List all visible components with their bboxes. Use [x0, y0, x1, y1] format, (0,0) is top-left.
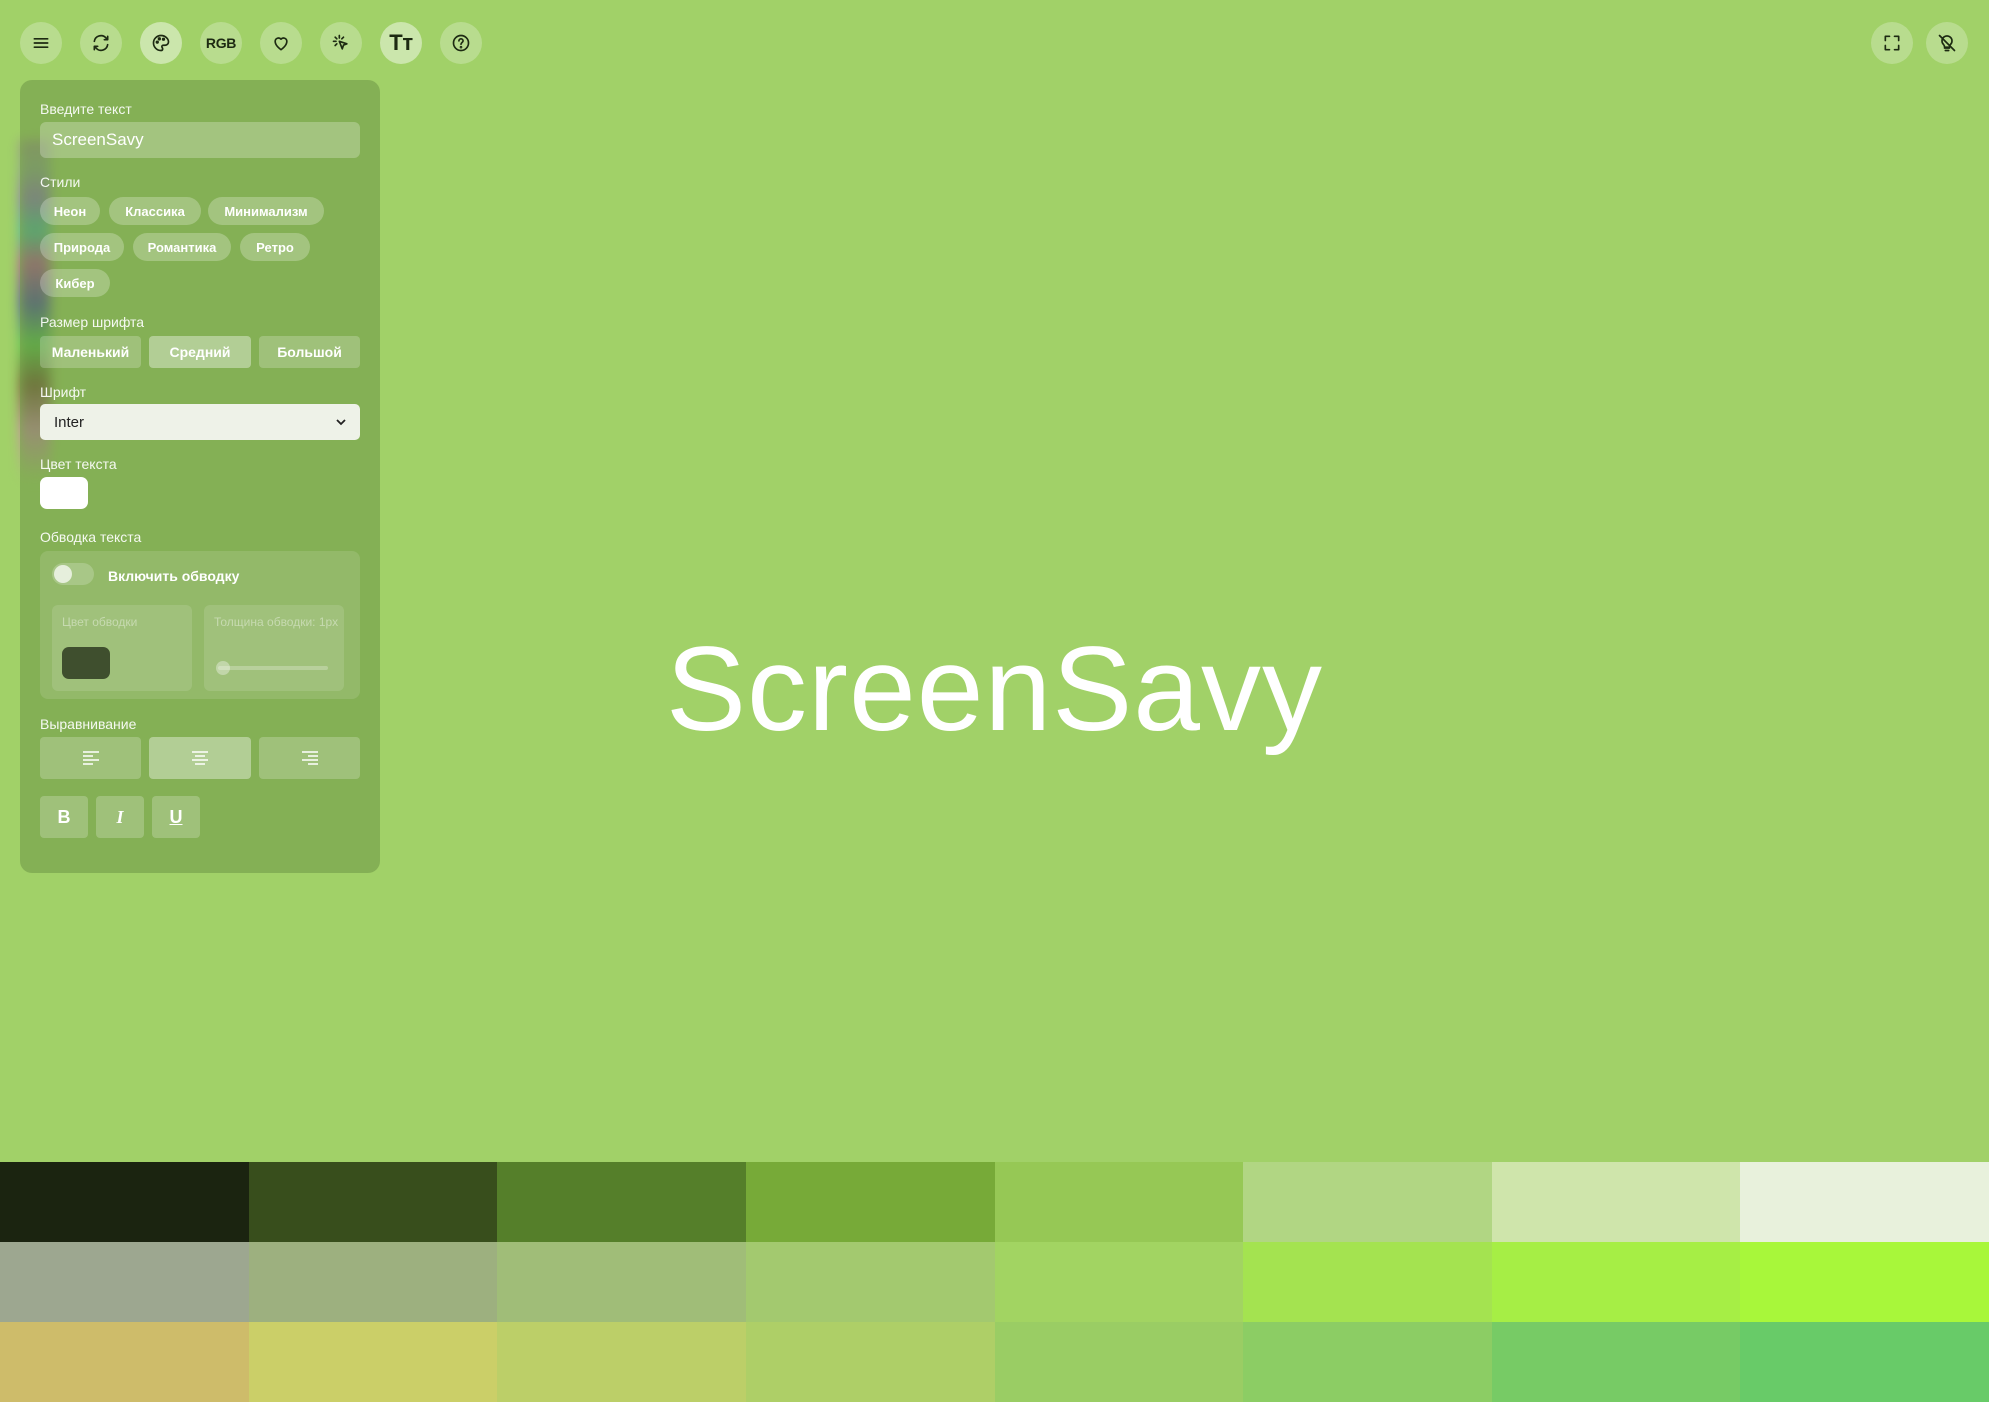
refresh-button[interactable] — [80, 22, 122, 64]
text-size-label: Tт — [389, 30, 413, 55]
font-size-medium-button[interactable]: Средний — [149, 336, 251, 368]
palette-swatch[interactable] — [994, 1162, 1244, 1242]
stroke-color-swatch[interactable] — [62, 647, 110, 679]
fullscreen-button[interactable] — [1871, 22, 1913, 64]
palette-swatch[interactable] — [248, 1322, 498, 1402]
text-input-label: Введите текст — [40, 101, 132, 117]
font-size-large-button[interactable]: Большой — [259, 336, 360, 368]
palette-swatch[interactable] — [1243, 1242, 1492, 1322]
chevron-down-icon — [336, 419, 346, 426]
help-button[interactable] — [440, 22, 482, 64]
palette-swatch[interactable] — [745, 1162, 995, 1242]
align-center-icon — [192, 751, 208, 765]
align-left-button[interactable] — [40, 737, 141, 779]
toggle-knob — [54, 565, 72, 583]
text-button[interactable]: Tт — [380, 22, 422, 64]
font-size-label: Размер шрифта — [40, 314, 145, 330]
style-retro-chip[interactable]: Ретро — [240, 233, 310, 261]
stroke-settings-box: Включить обводку Цвет обводки Толщина об… — [40, 551, 360, 699]
text-color-swatch[interactable] — [40, 477, 88, 509]
refresh-icon — [93, 34, 109, 52]
favorites-button[interactable] — [260, 22, 302, 64]
cursor-click-icon — [332, 34, 348, 50]
underline-button[interactable]: U — [152, 796, 200, 838]
stroke-width-box: Толщина обводки: 1px — [204, 605, 344, 691]
font-select[interactable]: Inter — [40, 404, 360, 440]
align-right-button[interactable] — [259, 737, 360, 779]
style-nature-chip[interactable]: Природа — [40, 233, 124, 261]
align-left-icon — [82, 751, 99, 765]
styles-label: Стили — [40, 174, 81, 190]
menu-button[interactable] — [20, 22, 62, 64]
stroke-color-label: Цвет обводки — [62, 615, 138, 629]
stroke-toggle-label: Включить обводку — [108, 568, 240, 584]
text-color-label: Цвет текста — [40, 456, 117, 472]
font-size-small-button[interactable]: Маленький — [40, 336, 141, 368]
align-center-button[interactable] — [149, 737, 251, 779]
rgb-button[interactable]: RGB — [200, 22, 242, 64]
align-label: Выравнивание — [40, 716, 137, 732]
style-minimalism-chip[interactable]: Минимализм — [208, 197, 324, 225]
align-right-icon — [301, 751, 318, 765]
palette-button[interactable] — [140, 22, 182, 64]
palette-swatch[interactable] — [1740, 1242, 1989, 1322]
palette-swatch[interactable] — [1740, 1162, 1989, 1242]
bold-button[interactable]: B — [40, 796, 88, 838]
palette-swatch[interactable] — [1491, 1242, 1741, 1322]
fullscreen-icon — [1884, 35, 1900, 51]
palette-swatch[interactable] — [497, 1322, 746, 1402]
palette-swatch[interactable] — [0, 1242, 249, 1322]
light-off-button[interactable] — [1926, 22, 1968, 64]
style-neon-chip[interactable]: Неон — [40, 197, 100, 225]
menu-icon — [33, 38, 49, 49]
lightbulb-off-icon — [1938, 34, 1956, 52]
palette-swatch[interactable] — [994, 1242, 1244, 1322]
stroke-toggle[interactable] — [52, 563, 94, 585]
palette-swatch[interactable] — [1243, 1162, 1492, 1242]
help-icon — [452, 34, 470, 52]
rgb-label: RGB — [205, 35, 237, 51]
palette-swatch[interactable] — [994, 1322, 1244, 1402]
color-palette — [0, 1162, 1989, 1402]
palette-swatch[interactable] — [248, 1162, 498, 1242]
stroke-width-label: Толщина обводки: 1px — [214, 615, 339, 629]
palette-swatch[interactable] — [497, 1242, 746, 1322]
style-classic-chip[interactable]: Классика — [109, 197, 201, 225]
heart-icon — [274, 37, 288, 51]
palette-swatch[interactable] — [1491, 1322, 1741, 1402]
palette-swatch[interactable] — [0, 1162, 249, 1242]
palette-swatch[interactable] — [248, 1242, 498, 1322]
palette-swatch[interactable] — [745, 1242, 995, 1322]
text-settings-panel: Введите текст Стили Неон Классика Минима… — [20, 80, 380, 873]
palette-swatch[interactable] — [497, 1162, 746, 1242]
style-cyber-chip[interactable]: Кибер — [40, 269, 110, 297]
font-select-value: Inter — [54, 413, 85, 431]
palette-icon — [152, 34, 170, 52]
stroke-width-slider-thumb[interactable] — [216, 661, 230, 675]
italic-button[interactable]: I — [96, 796, 144, 838]
style-romance-chip[interactable]: Романтика — [133, 233, 231, 261]
text-input[interactable] — [40, 122, 360, 158]
font-label: Шрифт — [40, 384, 87, 400]
palette-swatch[interactable] — [1491, 1162, 1741, 1242]
palette-swatch[interactable] — [1243, 1322, 1492, 1402]
palette-swatch[interactable] — [1740, 1322, 1989, 1402]
palette-swatch[interactable] — [745, 1322, 995, 1402]
stroke-label: Обводка текста — [40, 529, 142, 545]
stroke-width-slider[interactable] — [218, 666, 328, 670]
pointer-button[interactable] — [320, 22, 362, 64]
palette-swatch[interactable] — [0, 1322, 249, 1402]
screensaver-text: ScreenSavy — [666, 622, 1323, 756]
